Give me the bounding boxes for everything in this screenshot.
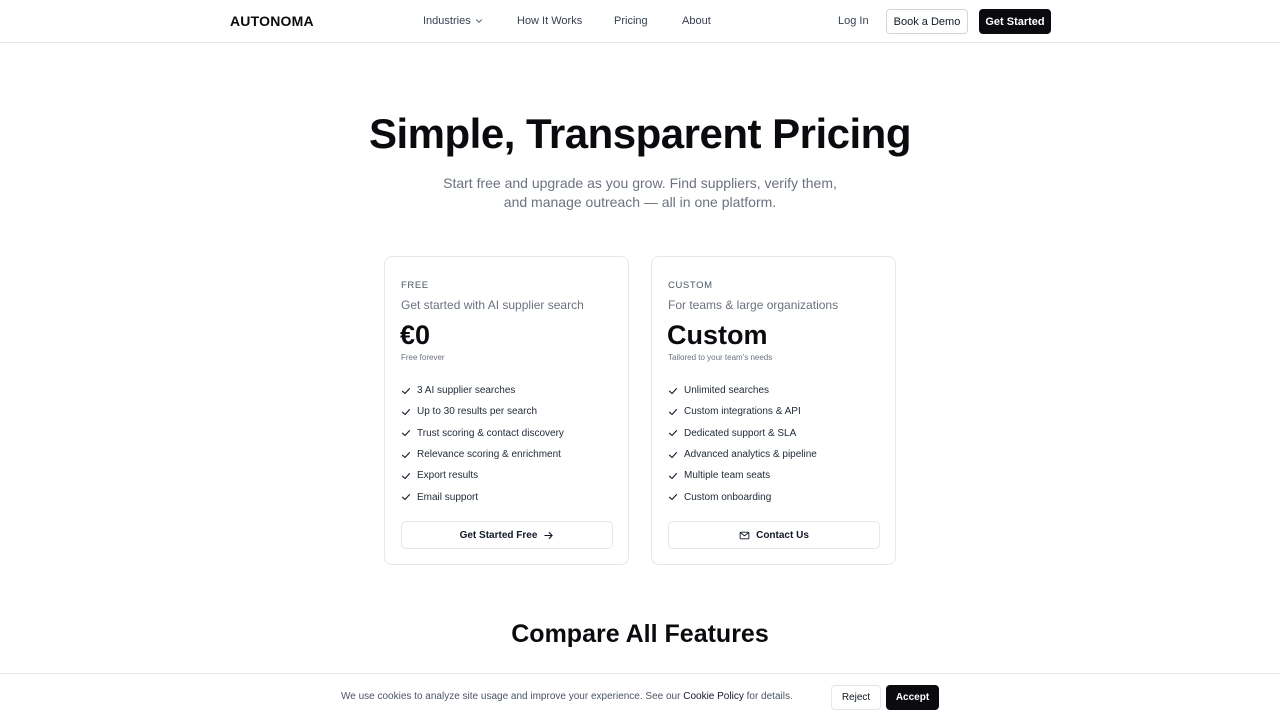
check-icon [401, 472, 411, 479]
check-icon [668, 430, 678, 437]
book-demo-button[interactable]: Book a Demo [886, 9, 968, 34]
feature-item: 3 AI supplier searches [401, 380, 564, 401]
check-icon [401, 451, 411, 458]
feature-label: Export results [417, 470, 479, 482]
plan-tier: FREE [401, 280, 429, 291]
check-icon [668, 408, 678, 415]
logo[interactable]: AUTONOMA [230, 13, 314, 29]
page-title: Simple, Transparent Pricing [369, 110, 912, 157]
plan-price-note: Free forever [401, 353, 445, 362]
check-icon [668, 387, 678, 394]
get-started-free-button[interactable]: Get Started Free [401, 521, 613, 549]
accept-cookies-button[interactable]: Accept [886, 685, 939, 710]
cookie-text-start: We use cookies to analyze site usage and… [341, 691, 684, 702]
check-icon [401, 430, 411, 437]
feature-label: Multiple team seats [684, 470, 771, 482]
contact-us-button[interactable]: Contact Us [668, 521, 880, 549]
nav-industries[interactable]: Industries [423, 15, 517, 27]
feature-item: Trust scoring & contact discovery [401, 423, 564, 444]
feature-item: Dedicated support & SLA [668, 423, 817, 444]
feature-label: Trust scoring & contact discovery [417, 427, 564, 439]
plan-price: €0 [400, 320, 431, 350]
check-icon [401, 408, 411, 415]
feature-item: Export results [401, 465, 564, 486]
check-icon [668, 472, 678, 479]
feature-item: Multiple team seats [668, 465, 817, 486]
nav-pricing[interactable]: Pricing [614, 15, 682, 27]
compare-title: Compare All Features [511, 620, 769, 648]
nav-about[interactable]: About [682, 15, 711, 27]
feature-label: 3 AI supplier searches [417, 385, 516, 397]
nav-links: Industries How It Works Pricing About [423, 15, 711, 27]
check-icon [668, 451, 678, 458]
cookie-text: We use cookies to analyze site usage and… [341, 691, 793, 702]
check-icon [668, 494, 678, 501]
feature-item: Custom onboarding [668, 486, 817, 507]
arrow-right-icon [544, 531, 554, 539]
feature-item: Up to 30 results per search [401, 401, 564, 422]
feature-item: Custom integrations & API [668, 401, 817, 422]
chevron-down-icon [475, 19, 482, 23]
page-subtitle: Start free and upgrade as you grow. Find… [443, 175, 837, 210]
plan-price-note: Tailored to your team's needs [668, 353, 773, 362]
plan-tier: CUSTOM [668, 280, 713, 291]
plan-tagline: Get started with AI supplier search [401, 298, 584, 312]
get-started-button[interactable]: Get Started [979, 9, 1051, 34]
login-link[interactable]: Log In [838, 15, 869, 27]
contact-us-label: Contact Us [756, 529, 809, 541]
plan-feature-list: 3 AI supplier searches Up to 30 results … [401, 380, 564, 508]
top-nav: AUTONOMA Industries How It Works Pricing… [0, 0, 1280, 43]
feature-item: Advanced analytics & pipeline [668, 444, 817, 465]
pricing-card-custom: CUSTOM For teams & large organizations C… [651, 256, 896, 565]
pricing-card-free: FREE Get started with AI supplier search… [384, 256, 629, 565]
feature-label: Custom onboarding [684, 491, 772, 503]
reject-cookies-button[interactable]: Reject [831, 685, 881, 710]
get-started-free-label: Get Started Free [459, 529, 538, 541]
feature-item: Unlimited searches [668, 380, 817, 401]
feature-label: Advanced analytics & pipeline [684, 449, 817, 461]
feature-label: Relevance scoring & enrichment [417, 449, 561, 461]
feature-item: Email support [401, 486, 564, 507]
cookie-policy-link[interactable]: Cookie Policy [683, 691, 744, 702]
check-icon [401, 387, 411, 394]
plan-tagline: For teams & large organizations [668, 298, 839, 312]
cookie-banner: We use cookies to analyze site usage and… [0, 673, 1280, 720]
nav-industries-label: Industries [423, 15, 471, 27]
feature-label: Email support [417, 491, 479, 503]
feature-label: Custom integrations & API [684, 406, 801, 418]
plan-feature-list: Unlimited searches Custom integrations &… [668, 380, 817, 508]
nav-how-it-works[interactable]: How It Works [517, 15, 614, 27]
feature-label: Unlimited searches [684, 385, 770, 397]
feature-label: Up to 30 results per search [417, 406, 538, 418]
mail-icon [739, 531, 750, 539]
feature-item: Relevance scoring & enrichment [401, 444, 564, 465]
check-icon [401, 494, 411, 501]
cookie-text-end: for details. [743, 691, 793, 702]
feature-label: Dedicated support & SLA [684, 427, 797, 439]
plan-price: Custom [667, 320, 768, 350]
